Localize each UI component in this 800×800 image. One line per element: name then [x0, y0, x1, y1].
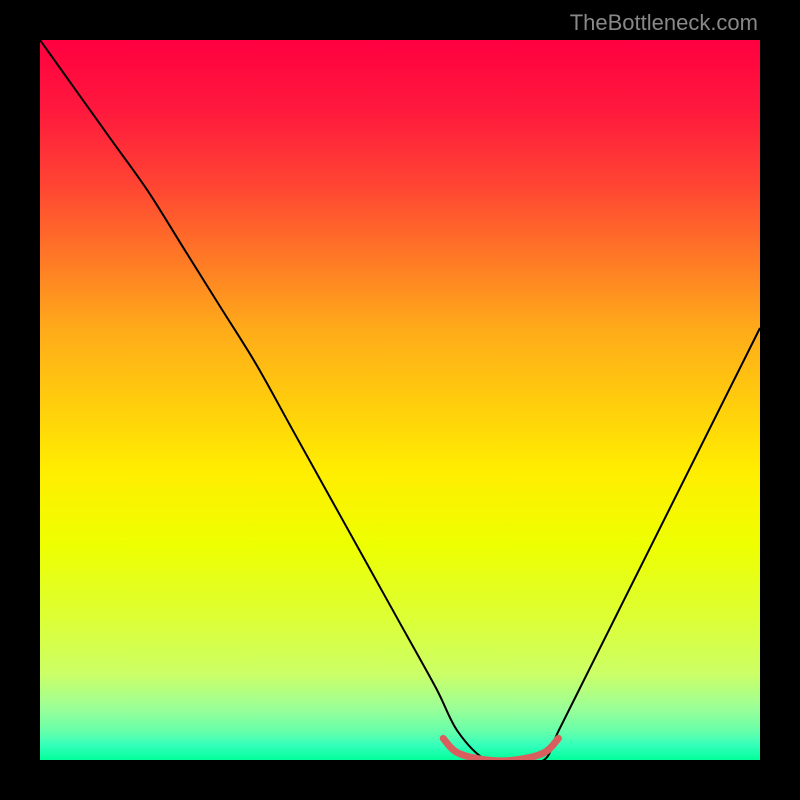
valley-highlight	[443, 738, 558, 760]
chart-svg	[40, 40, 760, 760]
watermark-text: TheBottleneck.com	[570, 10, 758, 36]
bottleneck-curve	[40, 40, 760, 760]
plot-area	[40, 40, 760, 760]
chart-container: TheBottleneck.com	[0, 0, 800, 800]
